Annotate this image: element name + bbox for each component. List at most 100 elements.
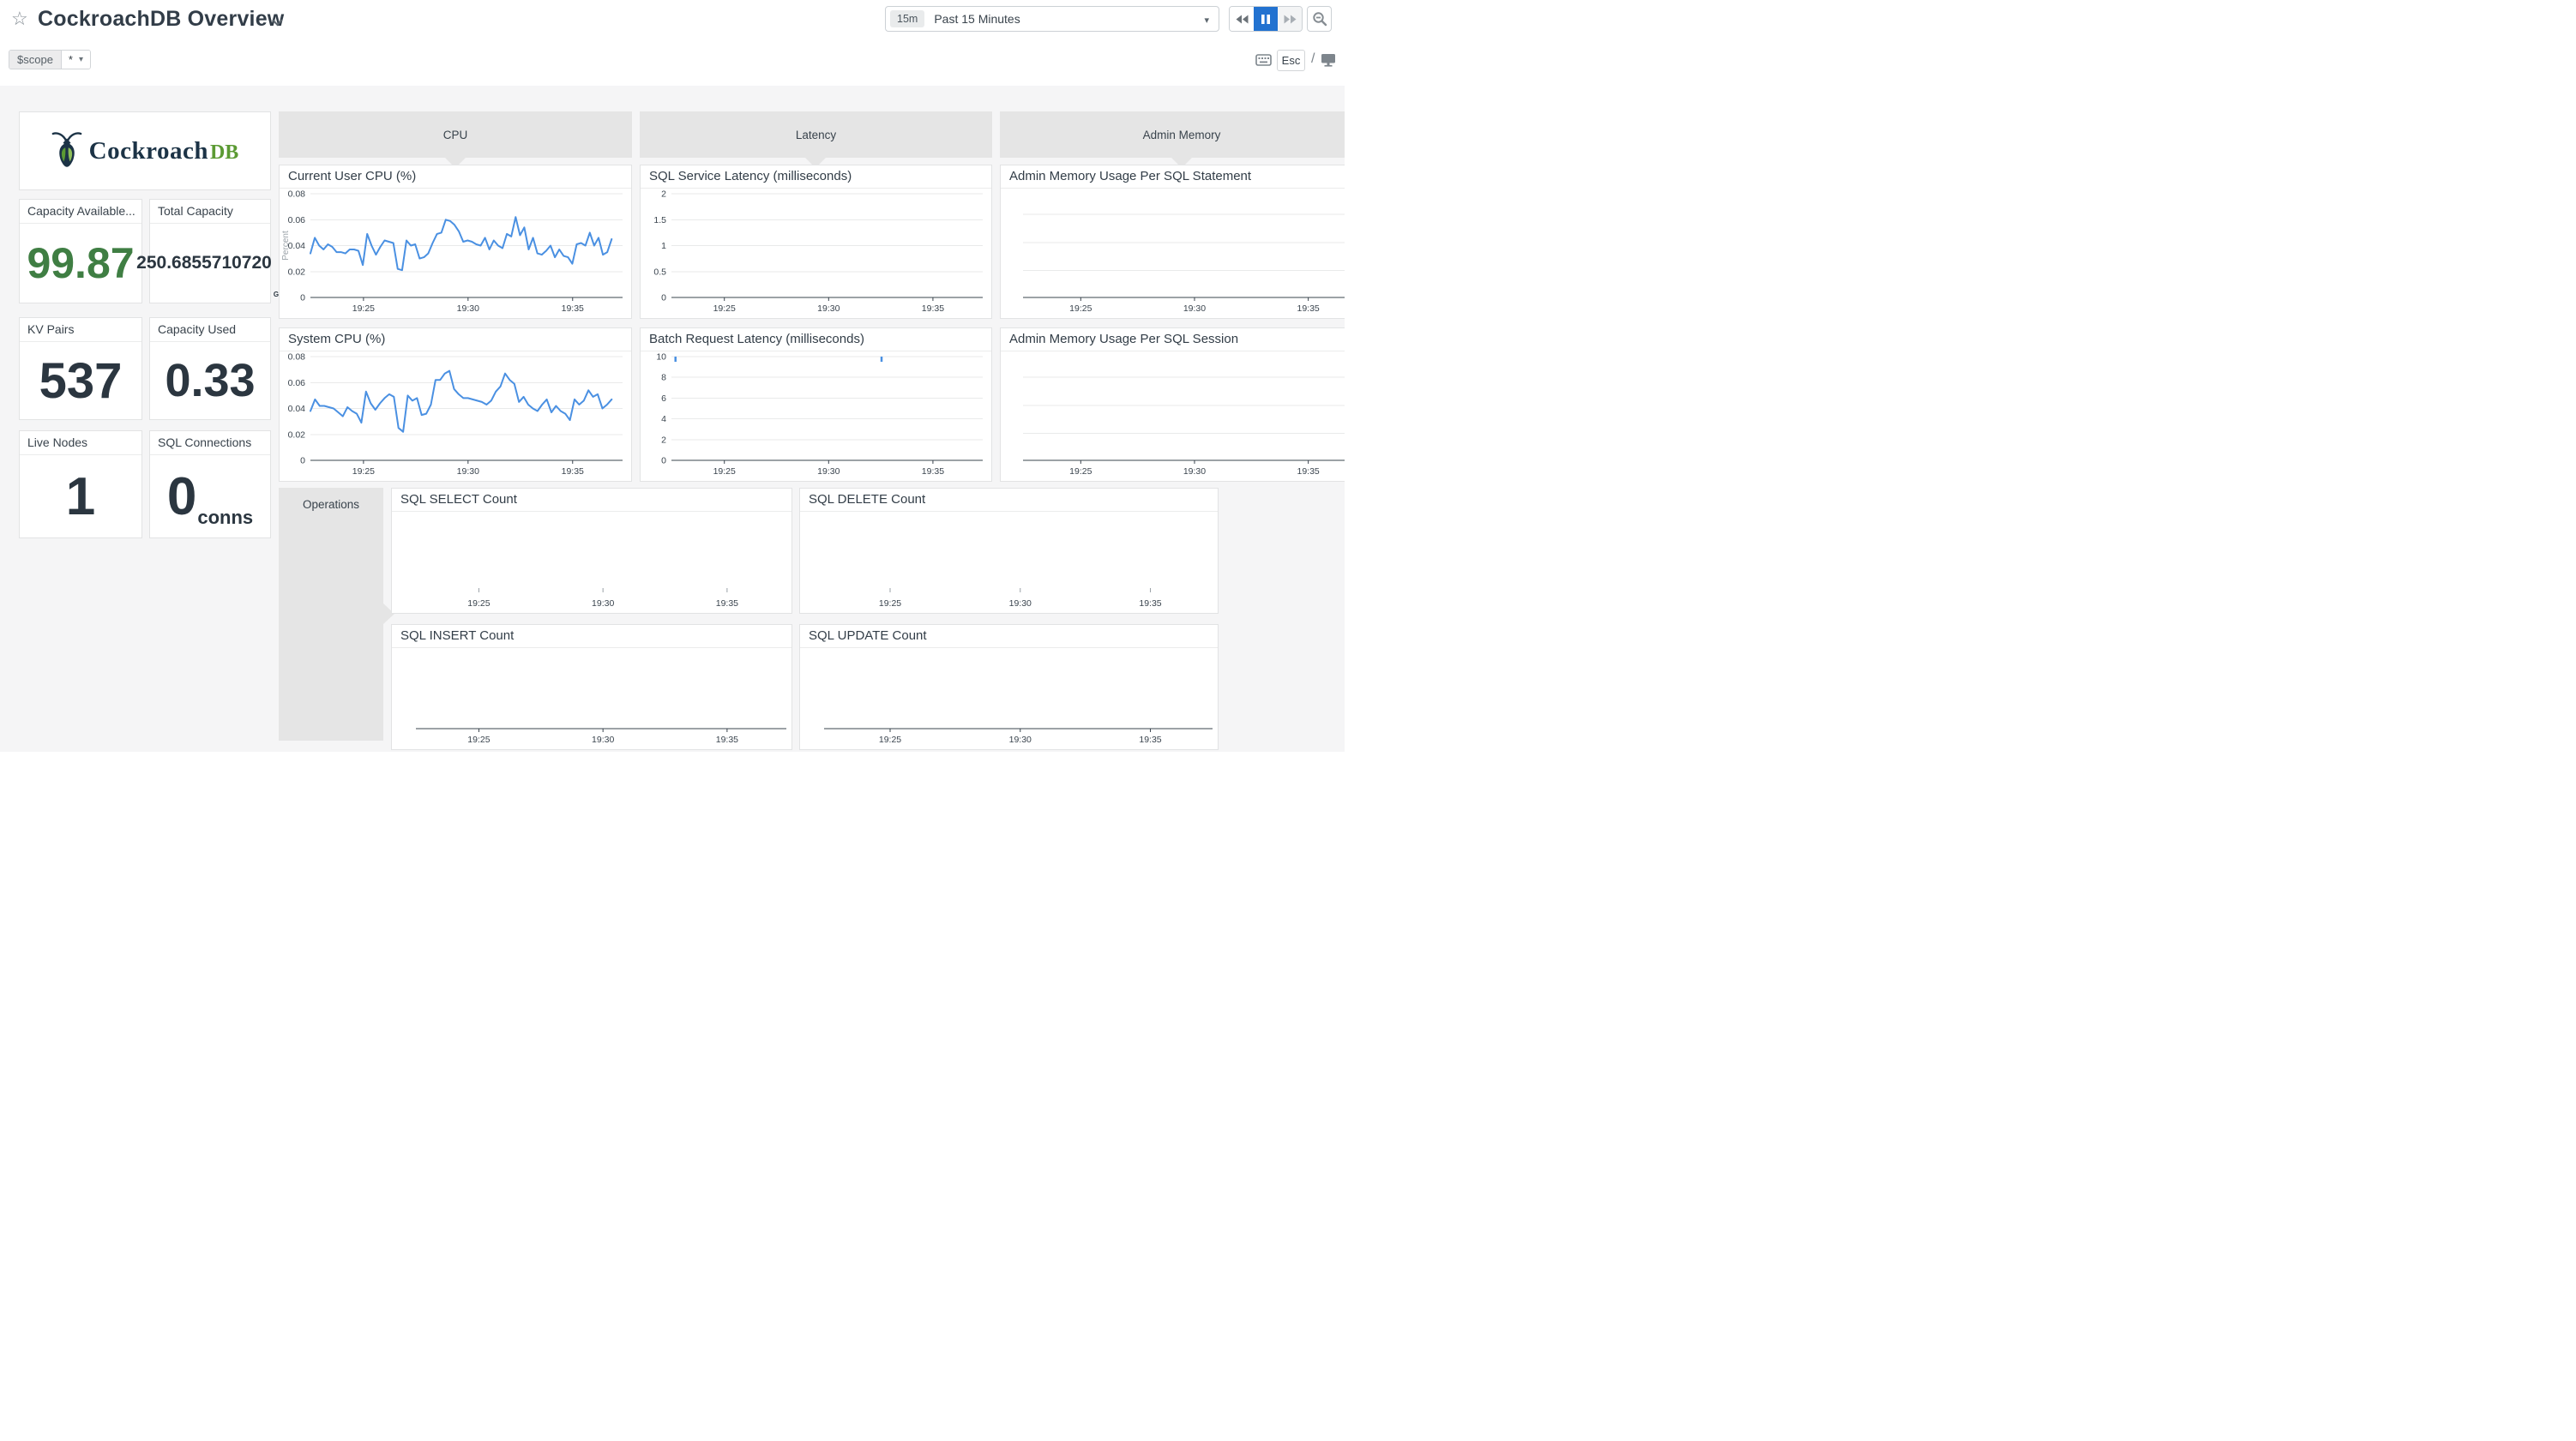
svg-text:0: 0 xyxy=(300,456,305,466)
chart-title: SQL UPDATE Count xyxy=(800,625,1218,648)
stat-label: Total Capacity xyxy=(150,200,270,224)
svg-text:19:25: 19:25 xyxy=(1069,466,1092,477)
cockroachdb-logo-card[interactable]: CockroachDB xyxy=(19,111,271,190)
svg-text:19:35: 19:35 xyxy=(562,303,584,314)
stat-label: Capacity Used xyxy=(150,318,270,342)
svg-text:19:35: 19:35 xyxy=(1297,466,1319,477)
fullscreen-monitor-icon[interactable] xyxy=(1321,53,1336,71)
svg-text:0: 0 xyxy=(661,293,666,303)
chart-sql-delete-count[interactable]: SQL DELETE Count 19:2519:3019:35 xyxy=(799,488,1219,614)
chart-plot[interactable]: 19:2519:3019:35 xyxy=(800,648,1218,749)
stat-card-sql-connections[interactable]: SQL Connections 0 conns xyxy=(149,430,271,538)
time-range-picker[interactable]: 15m Past 15 Minutes ▾ xyxy=(885,6,1219,32)
stat-value: 99.87 xyxy=(20,224,141,303)
chart-plot[interactable]: 00.511.5219:2519:3019:35 xyxy=(641,189,991,318)
dashboard-menu-chevron-icon[interactable] xyxy=(271,15,284,31)
slash-separator: / xyxy=(1311,51,1315,67)
chart-title: Batch Request Latency (milliseconds) xyxy=(641,328,991,351)
dashboard-title: CockroachDB Overview xyxy=(38,7,284,32)
stat-unit: conns xyxy=(197,507,253,529)
chart-title: SQL INSERT Count xyxy=(392,625,791,648)
group-header-admin-memory[interactable]: Admin Memory xyxy=(1000,111,1345,158)
chart-admin-memory-session[interactable]: Admin Memory Usage Per SQL Session 19:25… xyxy=(1000,327,1345,482)
stat-card-total-capacity[interactable]: Total Capacity 250.6855710720 GB xyxy=(149,199,271,303)
svg-text:1.5: 1.5 xyxy=(653,215,666,225)
time-range-badge: 15m xyxy=(890,10,924,27)
chart-current-user-cpu[interactable]: Current User CPU (%) 00.020.040.060.0819… xyxy=(279,165,632,319)
chart-plot[interactable]: 19:2519:3019:35 xyxy=(800,512,1218,613)
chart-plot[interactable]: 19:2519:3019:35 xyxy=(392,512,791,613)
chart-title: Current User CPU (%) xyxy=(280,165,631,189)
fast-forward-button[interactable] xyxy=(1278,7,1302,31)
rewind-button[interactable] xyxy=(1230,7,1254,31)
header-bar: ☆ CockroachDB Overview 15m Past 15 Minut… xyxy=(0,0,1345,45)
chart-plot[interactable]: 00.020.040.060.0819:2519:3019:35 xyxy=(280,351,631,481)
svg-text:19:25: 19:25 xyxy=(1069,303,1092,314)
chart-title: SQL Service Latency (milliseconds) xyxy=(641,165,991,189)
svg-text:0.02: 0.02 xyxy=(288,429,306,440)
svg-text:19:35: 19:35 xyxy=(922,303,944,314)
chart-plot[interactable]: 19:2519:3019:35 xyxy=(1001,189,1345,318)
chart-plot[interactable]: 00.020.040.060.0819:2519:3019:35Percent xyxy=(280,189,631,318)
stat-value: 0.33 xyxy=(150,342,270,419)
group-header-cpu[interactable]: CPU xyxy=(279,111,632,158)
chart-sql-select-count[interactable]: SQL SELECT Count 19:2519:3019:35 xyxy=(391,488,792,614)
svg-text:0: 0 xyxy=(300,293,305,303)
svg-text:19:30: 19:30 xyxy=(817,466,840,477)
svg-text:19:30: 19:30 xyxy=(817,303,840,314)
svg-text:19:25: 19:25 xyxy=(467,735,490,745)
group-header-latency[interactable]: Latency xyxy=(640,111,992,158)
chart-plot[interactable]: 024681019:2519:3019:35 xyxy=(641,351,991,481)
pause-button[interactable] xyxy=(1254,7,1278,31)
template-variable-bar: $scope * ▾ Esc / xyxy=(0,45,1345,86)
svg-text:19:25: 19:25 xyxy=(352,466,375,477)
stat-card-live-nodes[interactable]: Live Nodes 1 xyxy=(19,430,142,538)
svg-text:4: 4 xyxy=(661,414,666,424)
chart-plot[interactable]: 19:25 19:30 19:35 xyxy=(1001,351,1345,481)
stat-card-capacity-used[interactable]: Capacity Used 0.33 xyxy=(149,317,271,420)
chart-sql-update-count[interactable]: SQL UPDATE Count 19:2519:3019:35 xyxy=(799,624,1219,750)
svg-text:19:30: 19:30 xyxy=(1009,598,1032,609)
svg-text:19:30: 19:30 xyxy=(592,598,614,609)
svg-text:19:25: 19:25 xyxy=(467,598,490,609)
group-header-label: Operations xyxy=(279,498,383,511)
zoom-out-button[interactable] xyxy=(1307,6,1332,32)
stat-card-capacity-available[interactable]: Capacity Available... 99.87 xyxy=(19,199,142,303)
favorite-star-icon[interactable]: ☆ xyxy=(11,8,28,30)
keyboard-shortcuts-icon[interactable] xyxy=(1255,54,1272,70)
svg-text:19:30: 19:30 xyxy=(1009,735,1032,745)
svg-text:0.08: 0.08 xyxy=(288,189,306,200)
scope-value-text: * xyxy=(69,53,73,66)
stat-label: Live Nodes xyxy=(20,431,141,455)
chart-admin-memory-statement[interactable]: Admin Memory Usage Per SQL Statement 19:… xyxy=(1000,165,1345,319)
chart-system-cpu[interactable]: System CPU (%) 00.020.040.060.0819:2519:… xyxy=(279,327,632,482)
svg-text:Percent: Percent xyxy=(281,231,291,261)
chart-batch-request-latency[interactable]: Batch Request Latency (milliseconds) 0 2 4… xyxy=(640,327,992,482)
time-range-label: Past 15 Minutes xyxy=(934,12,1020,26)
cockroachdb-bug-icon xyxy=(51,129,82,173)
scope-variable-selector[interactable]: $scope * ▾ xyxy=(9,50,91,69)
group-header-label: Admin Memory xyxy=(1143,129,1221,141)
group-header-operations[interactable]: Operations xyxy=(279,488,383,741)
chart-sql-insert-count[interactable]: SQL INSERT Count 19:2519:3019:35 xyxy=(391,624,792,750)
svg-text:0.06: 0.06 xyxy=(288,215,306,225)
svg-text:19:30: 19:30 xyxy=(1183,466,1206,477)
svg-text:0.06: 0.06 xyxy=(288,378,306,388)
chart-sql-service-latency[interactable]: SQL Service Latency (milliseconds) 00.51… xyxy=(640,165,992,319)
svg-text:0.04: 0.04 xyxy=(288,404,306,414)
svg-text:0.08: 0.08 xyxy=(288,352,306,363)
svg-text:8: 8 xyxy=(661,373,666,383)
stat-card-kv-pairs[interactable]: KV Pairs 537 xyxy=(19,317,142,420)
svg-text:0: 0 xyxy=(661,456,666,466)
svg-text:19:30: 19:30 xyxy=(592,735,614,745)
chart-plot[interactable]: 19:2519:3019:35 xyxy=(392,648,791,749)
scope-caret-icon: ▾ xyxy=(79,55,83,64)
chart-title: SQL DELETE Count xyxy=(800,489,1218,512)
svg-text:2: 2 xyxy=(661,435,666,445)
svg-text:19:25: 19:25 xyxy=(879,598,901,609)
esc-key-button[interactable]: Esc xyxy=(1277,50,1305,71)
chart-title: Admin Memory Usage Per SQL Session xyxy=(1001,328,1345,351)
group-header-label: Latency xyxy=(796,129,836,141)
playback-controls xyxy=(1229,6,1303,32)
svg-text:19:35: 19:35 xyxy=(1139,735,1161,745)
